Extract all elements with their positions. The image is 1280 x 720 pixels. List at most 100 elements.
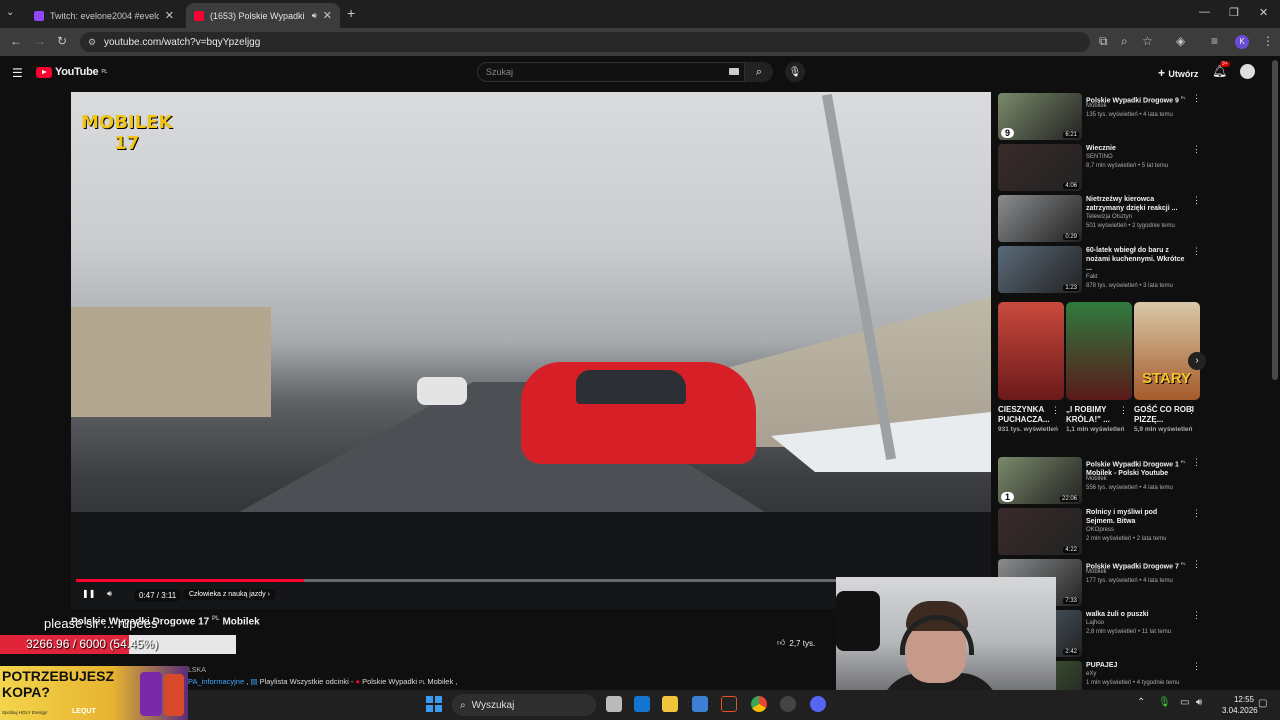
extensions-icon[interactable]: ◈ — [1176, 34, 1185, 48]
more-options-icon[interactable]: ⋮ — [1192, 195, 1201, 206]
start-button[interactable] — [426, 696, 442, 712]
channel-name[interactable]: Lajhoo — [1086, 620, 1104, 626]
chrome-icon[interactable] — [751, 696, 767, 712]
tab-youtube[interactable]: (1653) Polskie Wypadki Dro 🔊︎ ✕ — [186, 3, 340, 28]
channel-name[interactable]: Mobilek — [1086, 569, 1107, 575]
recommended-video[interactable]: 4:06 Wiecznie SENTINO 8,7 mln wyświetleń • … — [998, 144, 1201, 192]
reload-icon[interactable]: ↻ — [57, 34, 67, 48]
video-title[interactable]: Nietrzeźwy kierowca zatrzymany dzięki re… — [1086, 195, 1186, 213]
app-icon[interactable] — [721, 696, 737, 712]
short-title[interactable]: „I ROBIMY KRÓLA!" ... 1,1 mln wyświetleń — [1066, 405, 1126, 434]
profile-avatar[interactable]: K — [1235, 35, 1249, 49]
search-button[interactable]: ⌕ — [745, 62, 773, 82]
short-title[interactable]: GOŚĆ CO ROBI PIZZĘ... 5,9 mln wyświetleń — [1134, 405, 1194, 434]
close-window-button[interactable]: ✕ — [1259, 6, 1268, 19]
video-thumbnail[interactable]: 0:29 — [998, 195, 1082, 242]
short-more-icon[interactable]: ⋮ — [1119, 405, 1128, 416]
more-options-icon[interactable]: ⋮ — [1192, 93, 1201, 104]
speaker-icon[interactable]: 🔊︎ — [312, 11, 317, 21]
video-thumbnail[interactable]: 4:22 — [998, 508, 1082, 555]
minimize-button[interactable]: — — [1199, 6, 1210, 18]
channel-name[interactable]: eXy — [1086, 671, 1096, 677]
bookmark-star-icon[interactable]: ☆ — [1142, 34, 1153, 48]
channel-name[interactable]: Fakt — [1086, 274, 1098, 280]
store-icon[interactable] — [692, 696, 708, 712]
tab-search-icon[interactable]: ⌄ — [6, 7, 14, 18]
tray-network-icon[interactable]: ▭ — [1180, 697, 1189, 708]
more-options-icon[interactable]: ⋮ — [1192, 661, 1201, 672]
short-more-icon[interactable]: ⋮ — [1051, 405, 1060, 416]
recommended-video[interactable]: 0:29 Nietrzeźwy kierowca zatrzymany dzięk… — [998, 195, 1201, 243]
video-title[interactable]: 60-latek wbiegł do baru z nożami kuchenn… — [1086, 246, 1186, 273]
hamburger-menu-icon[interactable]: ☰ — [12, 66, 23, 80]
video-thumbnail[interactable]: 9 6:21 — [998, 93, 1082, 140]
address-bar[interactable]: ⚙ youtube.com/watch?v=bqyYpzeljgg — [80, 32, 1090, 52]
shorts-next-button[interactable]: › — [1188, 352, 1206, 370]
voice-search-button[interactable]: 🎙︎ — [785, 62, 805, 82]
site-info-icon[interactable]: ⚙ — [88, 37, 96, 48]
reading-list-icon[interactable]: ≡ — [1211, 34, 1218, 48]
channel-name[interactable]: Mobilek — [1086, 476, 1107, 482]
page-scrollbar[interactable] — [1272, 60, 1278, 380]
channel-name[interactable]: Mobilek — [1086, 103, 1107, 109]
new-tab-button[interactable]: + — [347, 5, 355, 21]
recommended-video[interactable]: 9 6:21 Polskie Wypadki Drogowe 9 PL Mobilek… — [998, 93, 1201, 141]
video-title[interactable]: PUPAJEJ — [1086, 661, 1186, 670]
channel-name[interactable]: SENTINO — [1086, 154, 1113, 160]
recommended-video[interactable]: 4:22 Rolnicy i myśliwi pod Sejmem. Bitwa O… — [998, 508, 1201, 556]
volume-icon[interactable]: 🔊︎ — [107, 589, 112, 599]
outlook-icon[interactable] — [634, 696, 650, 712]
app-icon[interactable] — [780, 696, 796, 712]
pause-button[interactable]: ❚❚ — [82, 589, 95, 598]
like-button[interactable]: 👍︎ 2,7 tys. — [777, 638, 815, 648]
more-options-icon[interactable]: ⋮ — [1192, 508, 1201, 519]
task-view-icon[interactable] — [606, 696, 622, 712]
more-options-icon[interactable]: ⋮ — [1192, 144, 1201, 155]
video-thumbnail[interactable]: 1 22:06 — [998, 457, 1082, 504]
recommended-video[interactable]: 1:23 60-latek wbiegł do baru z nożami kuc… — [998, 246, 1201, 294]
zoom-icon[interactable]: ⌕ — [1121, 34, 1128, 49]
youtube-logo[interactable]: YouTube PL — [36, 66, 107, 78]
close-tab-icon[interactable]: ✕ — [165, 9, 174, 22]
notification-center-icon[interactable]: ▢ — [1258, 698, 1267, 709]
tray-volume-icon[interactable]: 🔊︎ — [1196, 697, 1202, 708]
close-tab-icon[interactable]: ✕ — [323, 9, 332, 22]
keyboard-icon[interactable] — [729, 68, 739, 75]
more-options-icon[interactable]: ⋮ — [1192, 457, 1201, 468]
more-options-icon[interactable]: ⋮ — [1192, 559, 1201, 570]
more-options-icon[interactable]: ⋮ — [1192, 610, 1201, 621]
account-avatar[interactable] — [1240, 64, 1255, 79]
search-input[interactable]: Szukaj — [477, 62, 745, 82]
back-icon[interactable]: ← — [10, 34, 22, 48]
video-thumbnail[interactable]: 4:06 — [998, 144, 1082, 191]
cast-icon[interactable]: ⧉ — [1099, 34, 1108, 49]
create-button[interactable]: + Utwórz — [1158, 66, 1198, 80]
maximize-button[interactable]: ❐ — [1229, 6, 1239, 19]
playlist-title-link[interactable]: Polskie Wypadki — [362, 677, 417, 686]
video-title[interactable]: walka żuli o puszki — [1086, 610, 1186, 619]
video-player[interactable]: MOBILEK 17 ❚❚ 🔊︎ 0:47 / 3:11 Człowieka z… — [71, 92, 991, 609]
tab-twitch[interactable]: Twitch: evelone2004 #evelone ✕ — [26, 3, 182, 28]
channel-name[interactable]: Telewizja Olsztyn — [1086, 214, 1132, 220]
short-thumbnail[interactable] — [1066, 302, 1132, 400]
chapter-button[interactable]: Człowieka z nauką jazdy › — [183, 589, 276, 600]
playlist-link[interactable]: Playlista Wszystkie odcinki - — [260, 677, 354, 686]
recommended-video[interactable]: 1 22:06 Polskie Wypadki Drogowe 1 PL Mobil… — [998, 457, 1201, 505]
more-options-icon[interactable]: ⋮ — [1192, 246, 1201, 257]
short-thumbnail[interactable]: STARY — [1134, 302, 1200, 400]
file-explorer-icon[interactable] — [662, 696, 678, 712]
taskbar-clock[interactable]: 12:55 3.04.2026 — [1222, 694, 1258, 716]
tray-mic-icon[interactable]: 🎙︎ — [1158, 697, 1171, 708]
video-title[interactable]: Rolnicy i myśliwi pod Sejmem. Bitwa — [1086, 508, 1186, 526]
hashtag-link[interactable]: PA_informacyjne — [188, 677, 244, 686]
discord-icon[interactable] — [810, 696, 826, 712]
browser-menu-icon[interactable]: ⋮ — [1262, 34, 1274, 48]
taskbar-search[interactable]: ⌕ Wyszukaj — [452, 694, 596, 716]
video-title[interactable]: Wiecznie — [1086, 144, 1186, 153]
tray-chevron-icon[interactable]: ⌃ — [1137, 697, 1145, 708]
short-title[interactable]: CIESZYNKA PUCHACZA... 931 tys. wyświetleń — [998, 405, 1058, 434]
short-thumbnail[interactable] — [998, 302, 1064, 400]
forward-icon[interactable]: → — [34, 34, 46, 48]
video-thumbnail[interactable]: 1:23 — [998, 246, 1082, 293]
channel-name[interactable]: OKOpress — [1086, 527, 1114, 533]
